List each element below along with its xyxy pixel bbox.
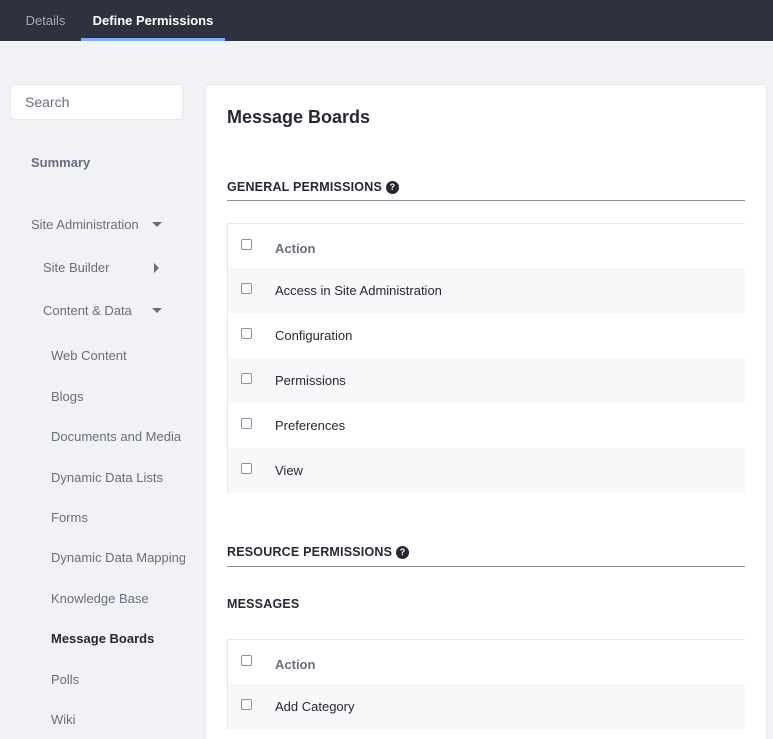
search-input[interactable] bbox=[10, 84, 183, 120]
resource-permissions-heading: RESOURCE PERMISSIONS? bbox=[227, 545, 410, 559]
top-tab-bar: Details Define Permissions bbox=[0, 0, 773, 41]
sidebar-item-site-builder[interactable]: Site Builder bbox=[43, 260, 109, 275]
permission-checkbox[interactable] bbox=[241, 463, 252, 474]
table-row: Preferences bbox=[228, 403, 745, 448]
chevron-down-icon[interactable] bbox=[152, 222, 162, 227]
select-all-checkbox[interactable] bbox=[241, 239, 252, 250]
permission-checkbox[interactable] bbox=[241, 328, 252, 339]
resource-permissions-title: RESOURCE PERMISSIONS bbox=[227, 545, 393, 559]
sidebar-item-forms[interactable]: Forms bbox=[51, 510, 88, 525]
help-icon[interactable]: ? bbox=[396, 546, 410, 559]
tab-details[interactable]: Details bbox=[10, 0, 81, 41]
permission-checkbox[interactable] bbox=[241, 373, 252, 384]
select-all-checkbox[interactable] bbox=[241, 655, 252, 666]
permission-label: Access in Site Administration bbox=[275, 283, 442, 298]
sidebar-item-web-content[interactable]: Web Content bbox=[51, 348, 127, 363]
chevron-right-icon[interactable] bbox=[154, 263, 159, 273]
divider bbox=[227, 566, 745, 567]
permission-label: Preferences bbox=[275, 418, 346, 433]
sidebar-item-site-administration[interactable]: Site Administration bbox=[31, 217, 139, 232]
sidebar-item-message-boards[interactable]: Message Boards bbox=[51, 631, 154, 646]
permission-checkbox[interactable] bbox=[241, 699, 252, 710]
table-row: Permissions bbox=[228, 358, 745, 403]
page-title: Message Boards bbox=[227, 107, 371, 127]
permission-label: Configuration bbox=[275, 328, 353, 343]
table-header-row: Action bbox=[228, 640, 745, 684]
table-row: View bbox=[228, 448, 745, 493]
permission-label: Add Category bbox=[275, 699, 355, 714]
help-icon[interactable]: ? bbox=[385, 181, 399, 194]
sidebar-item-documents-and-media[interactable]: Documents and Media bbox=[51, 429, 185, 444]
sidebar-item-knowledge-base[interactable]: Knowledge Base bbox=[51, 591, 149, 606]
permission-label: View bbox=[275, 463, 303, 478]
sidebar-item-blogs[interactable]: Blogs bbox=[51, 389, 84, 404]
messages-subsection-title: MESSAGES bbox=[227, 597, 300, 611]
sidebar-item-dynamic-data-mapping[interactable]: Dynamic Data Mapping bbox=[51, 550, 185, 565]
tab-define-permissions[interactable]: Define Permissions bbox=[81, 0, 225, 41]
divider bbox=[227, 200, 745, 201]
permission-label: Permissions bbox=[275, 373, 346, 388]
table-row: Configuration bbox=[228, 313, 745, 358]
general-permissions-heading: GENERAL PERMISSIONS? bbox=[227, 180, 399, 194]
table-header-row: Action bbox=[228, 224, 745, 268]
sidebar-item-wiki[interactable]: Wiki bbox=[51, 712, 76, 727]
action-column-header: Action bbox=[275, 657, 316, 672]
permission-checkbox[interactable] bbox=[241, 283, 252, 294]
table-row: Access in Site Administration bbox=[228, 268, 745, 313]
sidebar-item-dynamic-data-lists[interactable]: Dynamic Data Lists bbox=[51, 470, 163, 485]
sidebar-item-polls[interactable]: Polls bbox=[51, 672, 79, 687]
general-permissions-title: GENERAL PERMISSIONS bbox=[227, 180, 382, 194]
general-permissions-table: Action Access in Site Administration Con… bbox=[227, 223, 745, 493]
permission-checkbox[interactable] bbox=[241, 418, 252, 429]
sidebar-item-content-data[interactable]: Content & Data bbox=[43, 303, 132, 318]
chevron-down-icon[interactable] bbox=[152, 308, 162, 313]
action-column-header: Action bbox=[275, 241, 316, 256]
table-row: Add Category bbox=[228, 684, 745, 729]
sidebar-item-summary[interactable]: Summary bbox=[31, 155, 90, 170]
resource-permissions-table: Action Add Category bbox=[227, 639, 745, 729]
